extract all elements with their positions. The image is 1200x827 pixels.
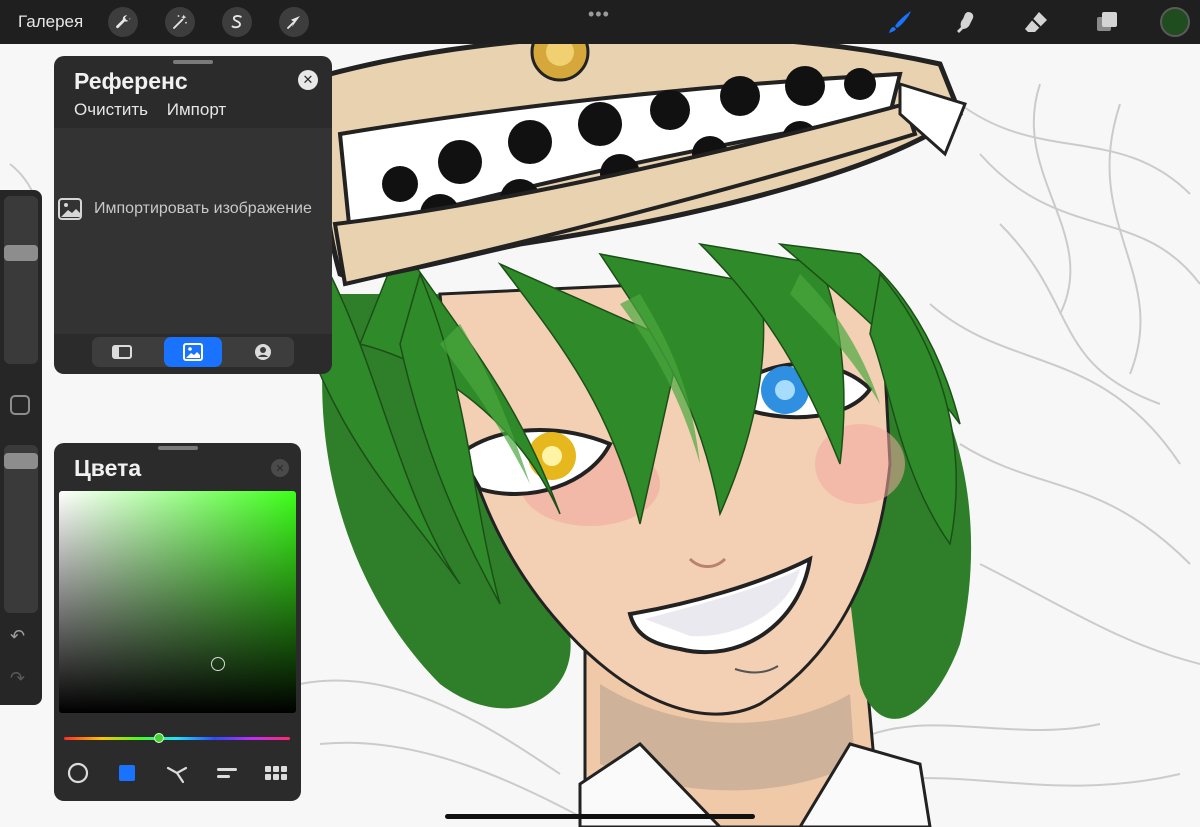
image-icon (58, 198, 82, 220)
colors-title: Цвета (74, 455, 142, 481)
mode-disc[interactable] (65, 761, 91, 785)
current-color-swatch[interactable] (1160, 7, 1190, 37)
canvas-icon (112, 345, 132, 359)
panel-grabber[interactable] (173, 60, 213, 64)
top-toolbar: Галерея ••• (0, 0, 1200, 44)
color-picker-knob[interactable] (210, 657, 225, 672)
mode-harmony[interactable] (164, 761, 190, 785)
color-picker-square[interactable] (59, 491, 296, 713)
import-button[interactable]: Импорт (167, 100, 226, 119)
adjustments-button[interactable] (165, 7, 195, 37)
close-reference-button[interactable]: ✕ (298, 70, 318, 90)
image-icon (183, 343, 203, 361)
mode-value[interactable] (214, 761, 240, 785)
selection-s-icon (231, 15, 242, 29)
panel-grabber[interactable] (157, 446, 198, 450)
brush-size-thumb[interactable] (4, 244, 38, 261)
selection-button[interactable] (222, 7, 252, 37)
colors-panel: Цвета ✕ (54, 443, 301, 801)
magic-wand-icon (173, 14, 187, 29)
harmony-icon (166, 766, 188, 784)
hue-slider-knob[interactable] (153, 733, 164, 743)
close-colors-button[interactable]: ✕ (271, 459, 289, 477)
smudge-tool-button[interactable] (952, 8, 980, 36)
transform-button[interactable] (279, 7, 309, 37)
reference-panel: Референс ✕ Очистить Импорт Импортировать… (54, 56, 332, 374)
eraser-icon (1025, 12, 1047, 32)
opacity-thumb[interactable] (4, 452, 38, 469)
import-image-label: Импортировать изображение (94, 200, 312, 217)
tab-face[interactable] (234, 337, 292, 367)
tab-image[interactable] (164, 337, 222, 367)
mode-palettes[interactable] (263, 761, 289, 785)
hue-slider[interactable] (64, 737, 290, 740)
opacity-slider[interactable] (4, 445, 38, 613)
layers-icon (1097, 12, 1117, 31)
layers-button[interactable] (1093, 8, 1121, 36)
brush-icon (889, 11, 911, 33)
left-sidebar: ↶ ↷ (0, 190, 42, 705)
gallery-button[interactable]: Галерея (18, 12, 83, 32)
arrow-cursor-icon (287, 16, 300, 29)
modify-button[interactable] (10, 395, 30, 415)
more-options-handle[interactable]: ••• (588, 4, 610, 25)
tab-canvas[interactable] (93, 337, 151, 367)
close-icon: ✕ (302, 72, 314, 87)
wrench-icon (116, 15, 131, 29)
close-icon: ✕ (275, 462, 285, 475)
mode-classic[interactable] (114, 761, 140, 785)
brush-size-slider[interactable] (4, 196, 38, 364)
home-indicator[interactable] (445, 814, 755, 819)
palettes-grid-icon (265, 766, 287, 780)
reference-actions: Очистить Импорт (74, 100, 240, 120)
eraser-tool-button[interactable] (1022, 8, 1050, 36)
value-sliders-icon (217, 768, 237, 778)
redo-icon[interactable]: ↷ (10, 668, 25, 689)
undo-icon[interactable]: ↶ (10, 626, 25, 647)
smudge-icon (957, 12, 974, 33)
face-icon (255, 344, 271, 360)
reference-mode-segmented-control (92, 337, 294, 367)
reference-preview-area: Импортировать изображение (54, 128, 332, 334)
actions-button[interactable] (108, 7, 138, 37)
brush-tool-button[interactable] (886, 8, 914, 36)
reference-title: Референс (74, 68, 188, 94)
disc-icon (67, 762, 89, 784)
clear-button[interactable]: Очистить (74, 100, 148, 119)
import-image-button[interactable]: Импортировать изображение (54, 186, 332, 232)
classic-square-icon (119, 765, 135, 781)
